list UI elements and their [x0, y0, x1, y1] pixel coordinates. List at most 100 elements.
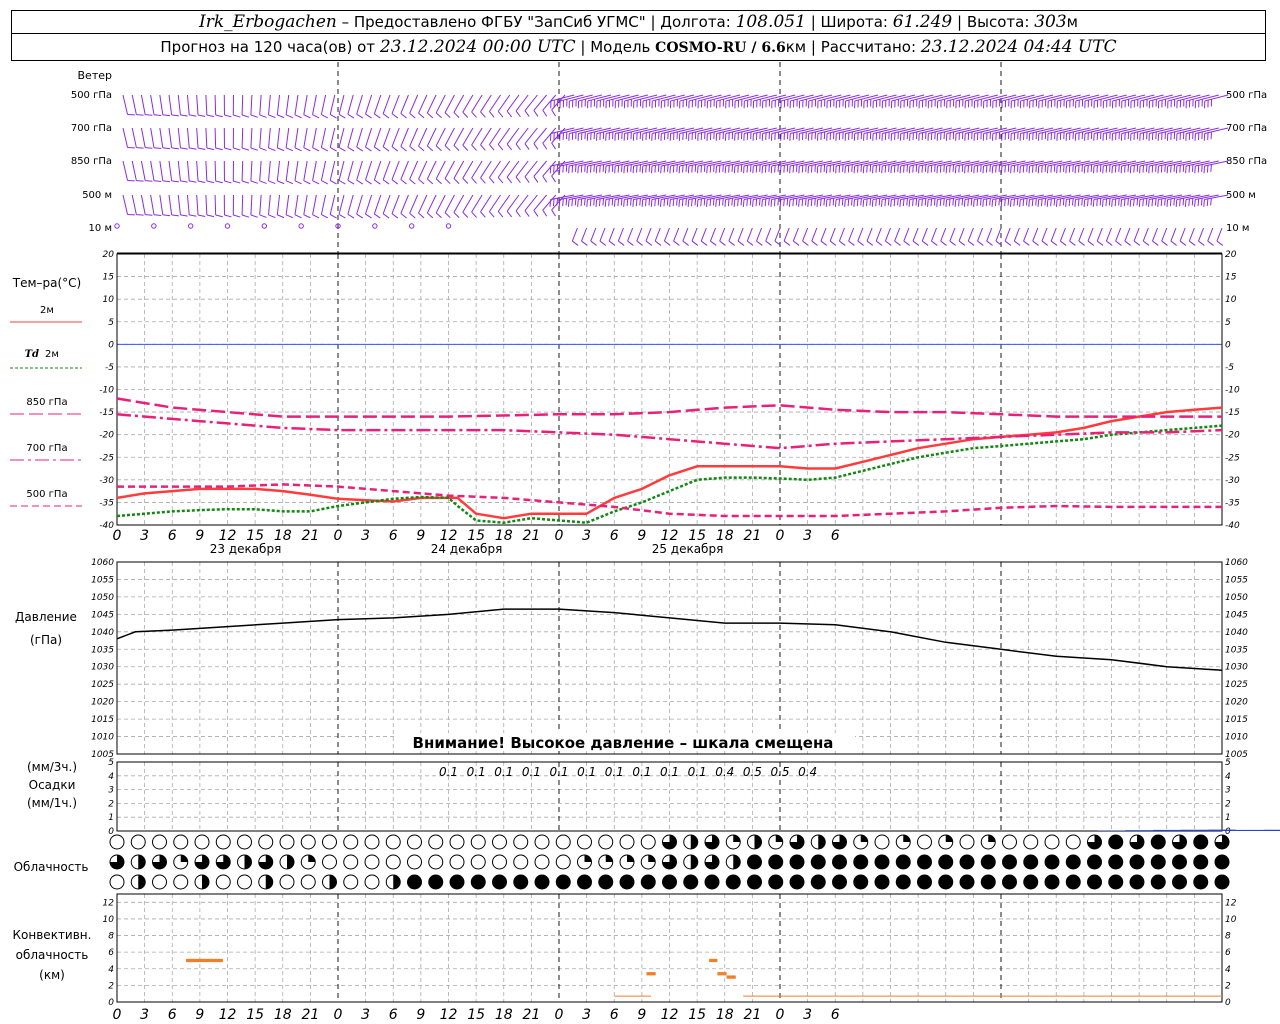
wind-barb-flag — [1216, 240, 1224, 246]
wind-barb-flag — [626, 198, 629, 207]
wind-barb-flag — [1184, 199, 1187, 207]
wind-barb — [312, 160, 317, 181]
wind-barb-flag — [409, 112, 416, 119]
wind-barb — [444, 94, 455, 113]
y-tick-label-right: -35 — [1225, 498, 1240, 508]
wind-barb-flag — [1179, 240, 1187, 246]
wind-barb — [435, 127, 446, 147]
wind-barb — [418, 194, 428, 214]
x-tick-label: 9 — [195, 1007, 204, 1023]
wind-barb-flag — [989, 198, 991, 206]
x-tick-label: 12 — [661, 1007, 679, 1023]
wind-barb-flag — [580, 198, 583, 207]
wind-barb-flag — [857, 240, 864, 246]
wind-barb-flag — [792, 198, 794, 207]
wind-barb — [1152, 227, 1159, 242]
wind-barb-flag — [761, 199, 763, 207]
wind-barb-flag — [259, 147, 267, 151]
wind-barb-flag — [277, 214, 285, 219]
wind-barb-flag — [648, 198, 651, 206]
y-tick-label-left: 10 — [103, 295, 115, 305]
wind-barb-flag — [908, 199, 911, 207]
wind-level-label-right: 700 гПа — [1226, 123, 1267, 134]
wind-barb-flag — [312, 114, 320, 119]
wind-barb — [1179, 227, 1186, 242]
wind-barb-flag — [347, 213, 355, 219]
cloud-cover-icon — [896, 855, 911, 869]
wind-level-label-right: 850 гПа — [1226, 156, 1267, 167]
wind-barb-flag — [462, 177, 469, 184]
wind-barb — [391, 94, 400, 114]
wind-barb — [365, 194, 373, 215]
wind-barb-flag — [777, 198, 780, 206]
wind-barb — [250, 94, 253, 115]
wind-barb — [285, 127, 290, 148]
wind-barb-flag — [480, 177, 486, 184]
wind-barb-flag — [902, 198, 905, 207]
wind-barb-flag — [136, 214, 144, 216]
wind-barb-flag — [489, 144, 495, 151]
wind-barb-flag — [1096, 240, 1104, 246]
wind-barb-flag — [515, 110, 521, 118]
cloud-cover-icon — [471, 875, 486, 889]
wind-barb-flag — [613, 199, 616, 207]
wind-barb — [159, 194, 164, 215]
wind-barb-flag — [1028, 199, 1030, 207]
wind-barb — [285, 194, 290, 215]
y-tick-label-left: -30 — [99, 476, 114, 486]
cloud-cover-icon — [981, 855, 996, 869]
wind-barb-flag — [829, 240, 837, 246]
wind-barb — [645, 227, 652, 242]
wind-barb-flag — [682, 240, 689, 246]
wind-barb-flag — [497, 144, 504, 151]
wind-barb-flag — [1188, 198, 1190, 207]
wind-barb-flag — [329, 147, 337, 152]
wind-barb — [391, 160, 400, 180]
cloud-cover-icon — [300, 834, 316, 850]
cloud-cover-icon — [109, 874, 125, 890]
wind-barb-flag — [533, 176, 539, 183]
y-tick-label-left: -35 — [99, 498, 114, 508]
cloud-cover-icon — [981, 875, 996, 889]
y-tick-label-right: -30 — [1225, 476, 1240, 486]
wind-barb — [365, 94, 373, 115]
wind-barb-flag — [562, 198, 564, 207]
wind-barb-flag — [630, 198, 632, 206]
wind-barb-flag — [1206, 198, 1209, 207]
wind-barb-flag — [524, 176, 530, 183]
cloud-cover-icon — [428, 834, 444, 850]
y-tick-label-left: 1030 — [91, 663, 114, 673]
wind-barb-flag — [480, 111, 486, 118]
wind-barb-flag — [453, 112, 460, 118]
wind-barb-flag — [994, 198, 997, 207]
wind-barb — [140, 127, 146, 148]
wind-barb — [497, 160, 511, 178]
wind-barb-flag — [921, 198, 923, 207]
wind-barb — [1142, 227, 1149, 242]
wind-barb — [241, 127, 244, 149]
cloud-cover-icon — [1108, 875, 1123, 889]
x-tick-label: 3 — [361, 1007, 370, 1023]
x-tick-label: 0 — [113, 528, 122, 544]
wind-barb-flag — [927, 199, 929, 207]
wind-barb-flag — [365, 213, 372, 219]
cloud-cover-icon — [1193, 835, 1208, 849]
cloud-cover-icon — [1002, 855, 1017, 869]
cloud-cover-icon — [938, 875, 953, 889]
cloud-cover-icon — [194, 834, 210, 850]
cloud-cover-icon — [1023, 855, 1038, 869]
wind-barb — [329, 94, 336, 115]
wind-barb-flag — [758, 198, 761, 206]
cloud-cover-icon — [237, 834, 252, 850]
wind-barb-flag — [444, 212, 451, 219]
wind-barb-flag — [444, 178, 451, 185]
wind-barb-flag — [356, 146, 364, 152]
wind-barb-flag — [409, 145, 416, 152]
wind-barb-flag — [712, 198, 715, 206]
x-tick-label: 9 — [416, 1007, 425, 1023]
wind-barb — [312, 127, 317, 148]
cloud-cover-icon — [874, 834, 890, 850]
wind-barb — [453, 194, 465, 213]
wind-barb-flag — [577, 199, 579, 207]
cloud-cover-icon — [733, 835, 741, 842]
